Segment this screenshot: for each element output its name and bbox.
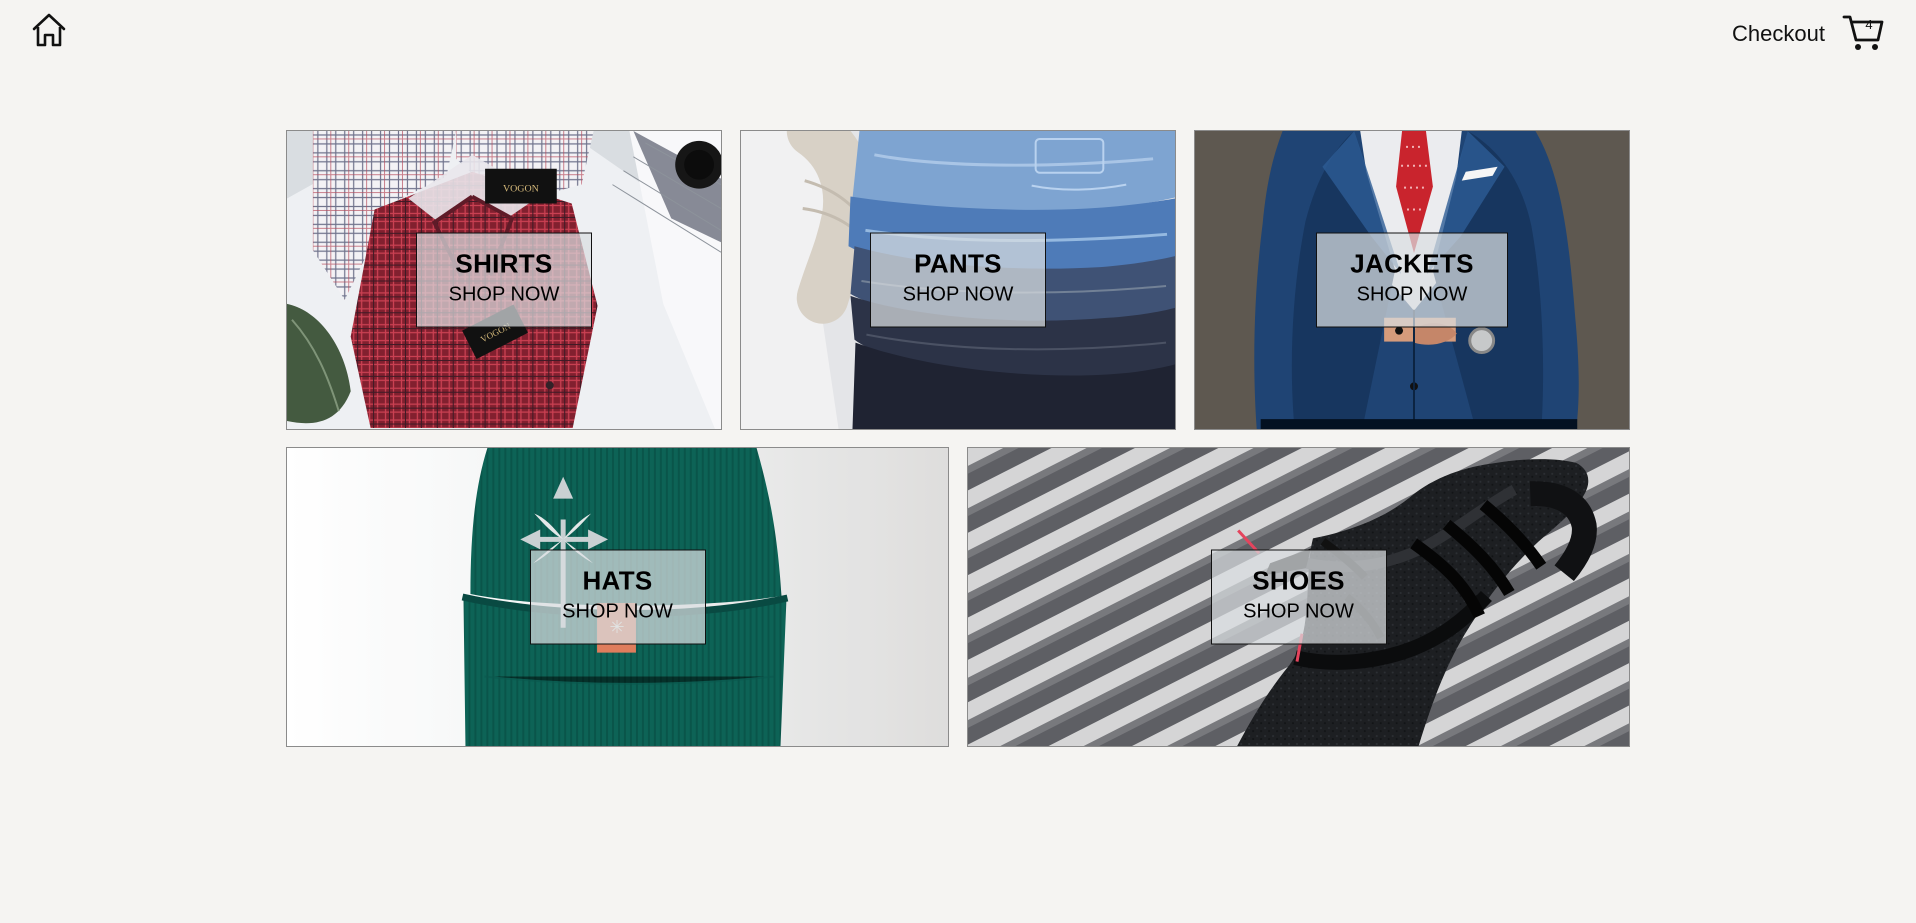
shoes-shop-label: SHOES SHOP NOW	[1210, 549, 1387, 645]
shoes-title: SHOES	[1252, 565, 1345, 596]
shoes-shop-now: SHOP NOW	[1243, 600, 1354, 623]
category-card-hats[interactable]: ✳ HATS SHOP NOW	[286, 447, 949, 747]
home-icon	[32, 13, 66, 47]
hats-shop-now: SHOP NOW	[562, 600, 673, 623]
jackets-shop-now: SHOP NOW	[1356, 283, 1468, 306]
cart-count-badge: 4	[1865, 17, 1873, 32]
checkout-link[interactable]: Checkout	[1732, 20, 1825, 48]
shirts-shop-label: SHIRTS SHOP NOW	[416, 232, 592, 328]
jackets-title: JACKETS	[1350, 248, 1474, 279]
shirts-shop-now: SHOP NOW	[448, 283, 560, 306]
hats-shop-label: HATS SHOP NOW	[529, 549, 706, 645]
category-card-shoes[interactable]: SHOES SHOP NOW	[967, 447, 1630, 747]
category-card-pants[interactable]: PANTS SHOP NOW	[740, 130, 1176, 430]
hats-title: HATS	[582, 565, 653, 596]
pants-shop-label: PANTS SHOP NOW	[870, 232, 1046, 328]
shirts-title: SHIRTS	[455, 248, 553, 279]
category-grid: VOGON VOGON SHIRTS SHOP NOW PANTS SHOP N…	[286, 130, 1630, 747]
home-button[interactable]	[28, 10, 70, 50]
cart-button[interactable]: 4	[1842, 11, 1884, 53]
vogon-label-top: VOGON	[503, 184, 539, 195]
pants-title: PANTS	[914, 248, 1002, 279]
pants-shop-now: SHOP NOW	[902, 283, 1014, 306]
jackets-shop-label: JACKETS SHOP NOW	[1316, 232, 1508, 328]
category-card-shirts[interactable]: VOGON VOGON SHIRTS SHOP NOW	[286, 130, 722, 430]
site-header: Checkout 4	[0, 0, 1916, 80]
category-card-jackets[interactable]: JACKETS SHOP NOW	[1194, 130, 1630, 430]
